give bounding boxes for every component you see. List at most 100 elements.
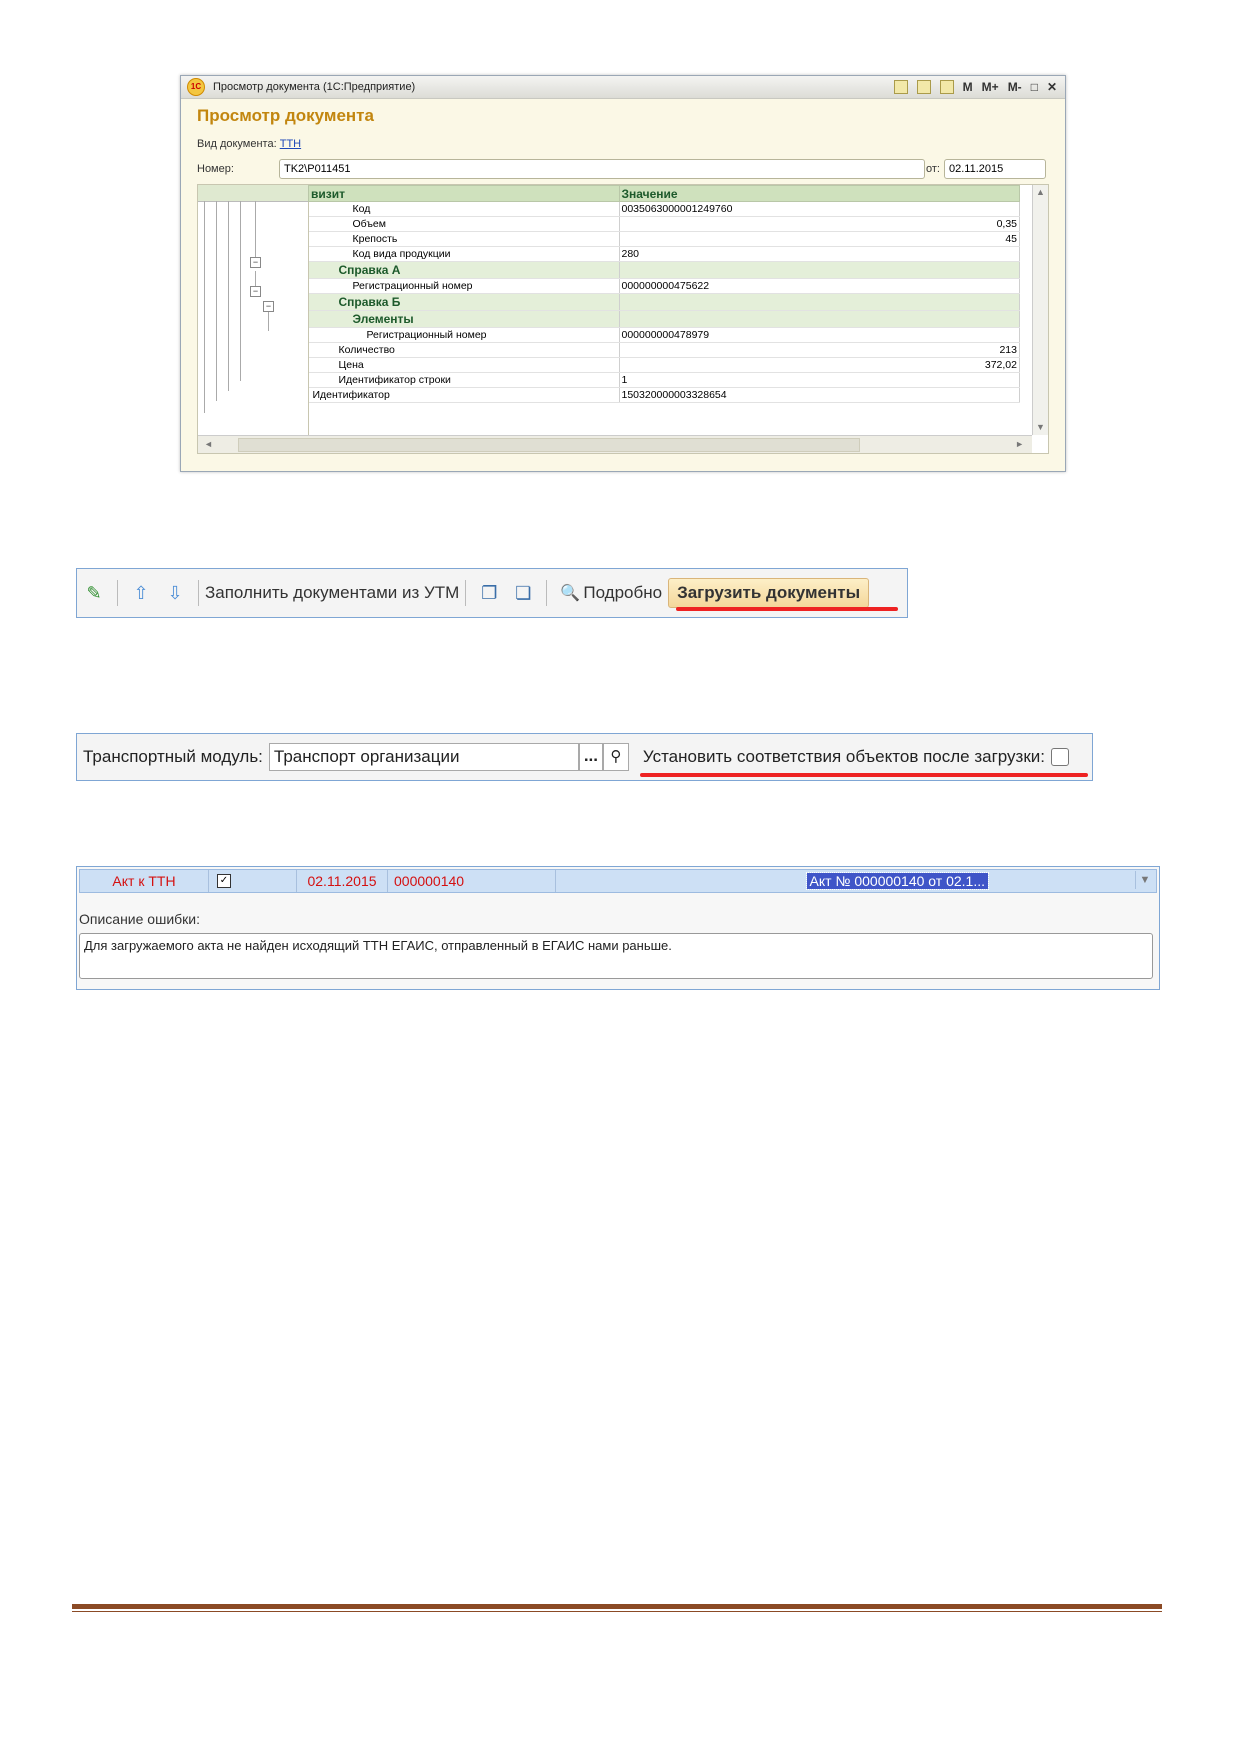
property-name: Идентификатор <box>308 387 620 403</box>
footer-divider <box>72 1604 1162 1609</box>
move-down-icon[interactable]: ⇩ <box>164 582 186 604</box>
column-header-value[interactable]: Значение <box>618 185 1020 202</box>
error-description-field[interactable]: Для загружаемого акта не найден исходящи… <box>79 933 1153 979</box>
window-titlebar: 1C Просмотр документа (1С:Предприятие) M… <box>181 76 1065 99</box>
search-icon[interactable]: ⚲ <box>602 743 629 771</box>
load-documents-button[interactable]: Загрузить документы <box>668 578 870 608</box>
column-header-visit[interactable]: визит <box>308 185 620 202</box>
property-name: Объем <box>308 216 620 232</box>
table-row[interactable]: Объем 0,35 <box>308 216 1020 232</box>
property-value: 1 <box>619 372 1020 388</box>
number-cell: 000000140 <box>388 870 556 892</box>
property-name: Количество <box>308 342 620 358</box>
collapse-icon[interactable]: − <box>250 286 261 297</box>
fill-from-utm-button[interactable]: Заполнить документами из УТМ <box>205 583 459 603</box>
collapse-icon[interactable]: − <box>263 301 274 312</box>
property-value <box>619 261 1020 279</box>
calculator-icon[interactable] <box>916 80 931 94</box>
memory-plus-button[interactable]: M+ <box>982 80 999 94</box>
table-row[interactable]: Код 0035063000001249760 <box>308 201 1020 217</box>
group-row[interactable]: Справка Б <box>308 293 1020 311</box>
maximize-button[interactable]: □ <box>1031 80 1038 94</box>
close-button[interactable]: ✕ <box>1047 80 1057 94</box>
property-name: Идентификатор строки <box>308 372 620 388</box>
property-name: Крепость <box>308 231 620 247</box>
footer-divider-thin <box>72 1611 1162 1612</box>
collapse-icon[interactable]: − <box>250 257 261 268</box>
transport-module-label: Транспортный модуль: <box>83 747 263 766</box>
property-name: Регистрационный номер <box>308 327 620 343</box>
date-label: от: <box>926 163 940 175</box>
table-row[interactable]: Количество 213 <box>308 342 1020 358</box>
properties-tree[interactable]: − − − визит Значение Код 0035063000001249… <box>197 184 1049 454</box>
memory-m-button[interactable]: M <box>963 80 973 94</box>
match-objects-label: Установить соответствия объектов после з… <box>642 747 1045 766</box>
highlight-underline <box>640 773 1088 777</box>
property-name: Справка А <box>308 261 620 279</box>
document-cell[interactable]: Акт № 000000140 от 02.1... <box>805 872 989 890</box>
select-button[interactable]: ... <box>578 743 603 771</box>
property-value: 280 <box>619 246 1020 262</box>
memory-minus-button[interactable]: M- <box>1008 80 1022 94</box>
property-name: Справка Б <box>308 293 620 311</box>
property-value <box>619 310 1020 328</box>
property-name: Код <box>308 201 620 217</box>
doc-type-label: Вид документа: <box>197 138 277 150</box>
calendar-icon[interactable] <box>939 80 954 94</box>
checkbox-cell: ✓ <box>209 870 297 892</box>
group-row[interactable]: Элементы <box>308 310 1020 328</box>
details-button[interactable]: Подробно <box>583 583 662 603</box>
error-panel: Акт к ТТН ✓ 02.11.2015 000000140 Акт № 0… <box>76 866 1160 990</box>
scroll-up-icon[interactable]: ▲ <box>1033 185 1048 200</box>
tree-lines: − − − <box>198 185 309 435</box>
titlebar-buttons: M M+ M- □ ✕ <box>893 80 1057 94</box>
scroll-down-icon[interactable]: ▼ <box>1033 420 1048 435</box>
date-cell: 02.11.2015 <box>297 870 388 892</box>
vertical-scrollbar[interactable]: ▲ ▼ <box>1032 185 1048 435</box>
group-row[interactable]: Справка А <box>308 261 1020 279</box>
property-value: 0,35 <box>619 216 1020 232</box>
table-row[interactable]: Идентификатор 150320000003328654 <box>308 387 1020 403</box>
scroll-thumb[interactable] <box>238 438 860 452</box>
table-row[interactable]: Цена 372,02 <box>308 357 1020 373</box>
favorite-icon[interactable] <box>893 80 908 94</box>
date-field[interactable]: 02.11.2015 <box>944 159 1046 179</box>
property-value: 45 <box>619 231 1020 247</box>
edit-pencil-icon[interactable]: ✎ <box>83 582 105 604</box>
move-up-icon[interactable]: ⇧ <box>130 582 152 604</box>
uncheck-all-icon[interactable]: ❏ <box>512 582 534 604</box>
error-description-label: Описание ошибки: <box>79 911 200 927</box>
horizontal-scrollbar[interactable]: ◄ ► <box>198 435 1032 453</box>
document-view-window: 1C Просмотр документа (1С:Предприятие) M… <box>180 75 1066 472</box>
page-title: Просмотр документа <box>197 106 374 125</box>
table-row[interactable]: Акт к ТТН ✓ 02.11.2015 000000140 Акт № 0… <box>79 869 1157 893</box>
property-value <box>619 293 1020 311</box>
highlight-underline <box>676 607 898 611</box>
window-title: Просмотр документа (1С:Предприятие) <box>213 81 416 93</box>
property-value: 150320000003328654 <box>619 387 1020 403</box>
doc-type-link[interactable]: ТТН <box>280 138 301 150</box>
table-row[interactable]: Регистрационный номер 000000000478979 <box>308 327 1020 343</box>
match-objects-checkbox[interactable] <box>1051 748 1069 766</box>
transport-module-input[interactable]: Транспорт организации <box>268 743 579 771</box>
property-value: 372,02 <box>619 357 1020 373</box>
table-row[interactable]: Идентификатор строки 1 <box>308 372 1020 388</box>
1c-logo-icon: 1C <box>187 78 205 96</box>
number-field[interactable]: TK2\P011451 <box>279 159 925 179</box>
property-name: Элементы <box>308 310 620 328</box>
table-row[interactable]: Крепость 45 <box>308 231 1020 247</box>
number-label: Номер: <box>197 163 234 175</box>
chevron-down-icon[interactable]: ▼ <box>1135 871 1154 889</box>
property-value: 000000000475622 <box>619 278 1020 294</box>
property-name: Цена <box>308 357 620 373</box>
property-value: 213 <box>619 342 1020 358</box>
property-name: Регистрационный номер <box>308 278 620 294</box>
row-checkbox[interactable]: ✓ <box>217 874 231 888</box>
scroll-right-icon[interactable]: ► <box>1015 439 1024 449</box>
scroll-left-icon[interactable]: ◄ <box>204 439 213 449</box>
table-row[interactable]: Код вида продукции 280 <box>308 246 1020 262</box>
check-all-icon[interactable]: ❐ <box>478 582 500 604</box>
doc-type-cell: Акт к ТТН <box>80 870 209 892</box>
table-row[interactable]: Регистрационный номер 000000000475622 <box>308 278 1020 294</box>
property-value: 000000000478979 <box>619 327 1020 343</box>
